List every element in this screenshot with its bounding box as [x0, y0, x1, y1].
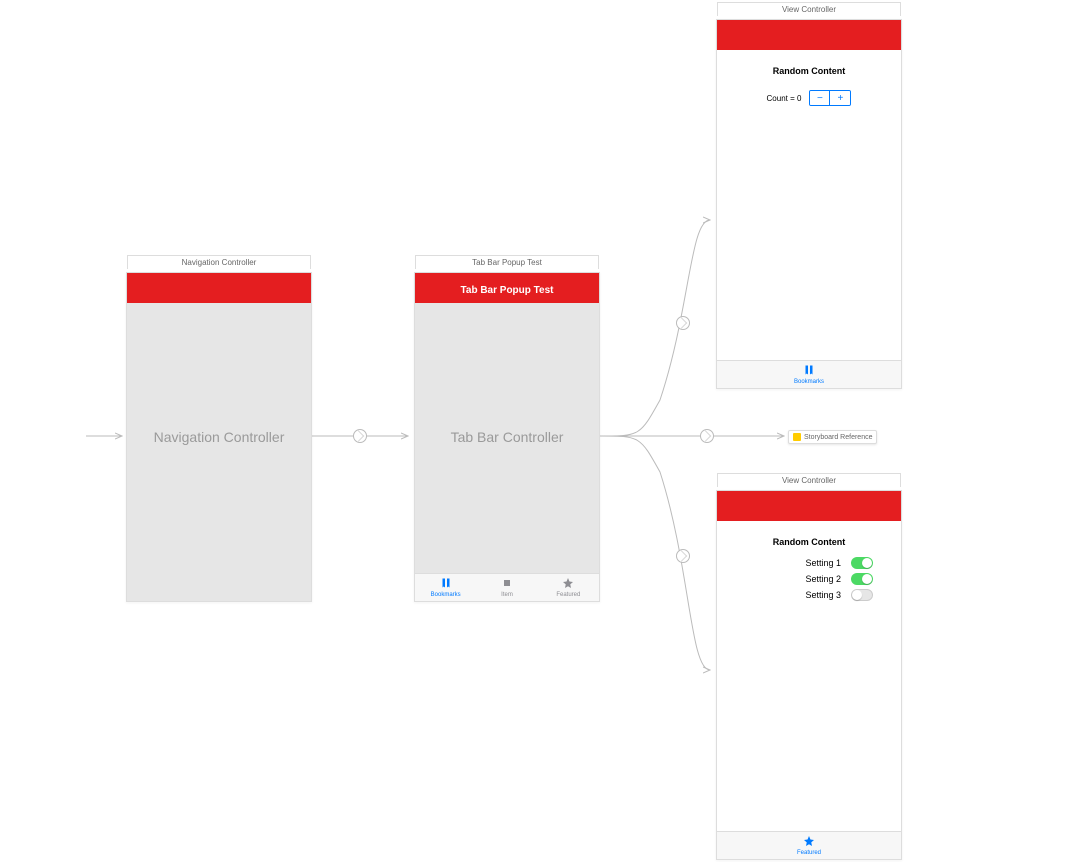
stepper-minus[interactable]: − [810, 91, 830, 105]
bookmarks-icon [803, 364, 815, 379]
tab-bar: Bookmarks [717, 360, 901, 388]
scene-navigation-controller[interactable]: Navigation Controller Navigation Control… [126, 272, 312, 602]
scene-title: Navigation Controller [127, 255, 311, 269]
tab-item-bookmarks[interactable]: Bookmarks [415, 574, 476, 601]
tab-label: Featured [556, 592, 580, 598]
segue-root[interactable] [353, 429, 367, 443]
tab-label: Bookmarks [431, 592, 461, 598]
bookmarks-icon [440, 577, 452, 592]
square-icon [501, 577, 513, 592]
scene-title: View Controller [717, 2, 901, 16]
star-icon [803, 835, 815, 850]
tab-item-featured[interactable]: Featured [717, 832, 901, 859]
tab-item-bookmarks[interactable]: Bookmarks [717, 361, 901, 388]
tab-item-featured[interactable]: Featured [538, 574, 599, 601]
segue-tab-featured[interactable] [676, 549, 690, 563]
setting-row-2: Setting 2 [717, 573, 901, 585]
segue-tab-item[interactable] [700, 429, 714, 443]
storyboard-reference-label: Storyboard Reference [804, 434, 872, 441]
navigation-bar [717, 20, 901, 50]
navigation-bar [717, 491, 901, 521]
setting-2-switch[interactable] [851, 573, 873, 585]
setting-1-switch[interactable] [851, 557, 873, 569]
tab-label: Bookmarks [794, 379, 824, 385]
count-label: Count = 0 [767, 94, 802, 103]
setting-row-1: Setting 1 [717, 557, 901, 569]
scene-view-controller-settings[interactable]: View Controller Random Content Setting 1… [716, 490, 902, 860]
storyboard-reference[interactable]: Storyboard Reference [788, 430, 877, 444]
tab-label: Item [501, 592, 513, 598]
tab-placeholder-label: Tab Bar Controller [415, 429, 599, 445]
scene-title: Tab Bar Popup Test [415, 255, 599, 269]
count-stepper[interactable]: − + [809, 90, 851, 106]
tab-bar: Bookmarks Item Featured [415, 573, 599, 601]
setting-label: Setting 3 [805, 590, 841, 600]
setting-3-switch[interactable] [851, 589, 873, 601]
scene-view-controller-count[interactable]: View Controller Random Content Count = 0… [716, 19, 902, 389]
setting-row-3: Setting 3 [717, 589, 901, 601]
setting-label: Setting 1 [805, 558, 841, 568]
storyboard-icon [793, 433, 801, 441]
tab-item-item[interactable]: Item [476, 574, 537, 601]
scene-tab-bar-controller[interactable]: Tab Bar Popup Test Tab Bar Popup Test Ta… [414, 272, 600, 602]
scene-title: View Controller [717, 473, 901, 487]
segue-tab-bookmarks[interactable] [676, 316, 690, 330]
setting-label: Setting 2 [805, 574, 841, 584]
navigation-bar [127, 273, 311, 303]
tab-label: Featured [797, 850, 821, 856]
star-icon [562, 577, 574, 592]
heading-label: Random Content [717, 537, 901, 547]
nav-title: Tab Bar Popup Test [415, 273, 599, 296]
navigation-bar: Tab Bar Popup Test [415, 273, 599, 303]
nav-placeholder-label: Navigation Controller [127, 429, 311, 445]
stepper-plus[interactable]: + [830, 91, 850, 105]
heading-label: Random Content [717, 66, 901, 76]
tab-bar: Featured [717, 831, 901, 859]
